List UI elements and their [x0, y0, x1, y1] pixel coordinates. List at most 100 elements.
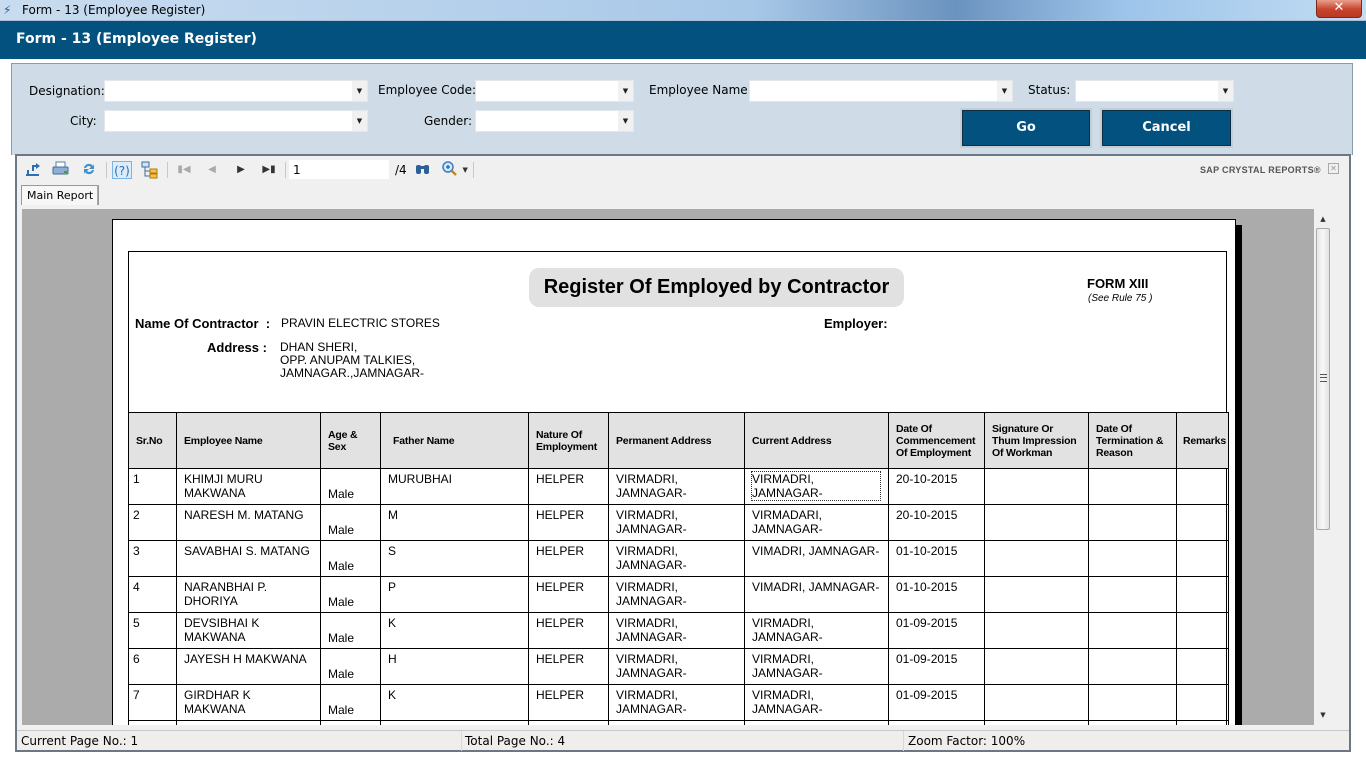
chevron-down-icon[interactable]: ▼	[352, 111, 367, 131]
designation-combo[interactable]: ▼	[104, 80, 368, 102]
cell-remarks	[1176, 612, 1229, 649]
cell-curr: VIRMADARI, JAMNAGAR-	[744, 504, 889, 541]
cell-term	[1088, 468, 1177, 505]
status-input[interactable]	[1076, 82, 1217, 102]
cell-perm: VIRMADRI, JAMNAGAR-	[608, 576, 745, 613]
cell-text: HELPER	[536, 688, 585, 702]
app-header: Form - 13 (Employee Register)	[0, 21, 1366, 59]
employee-name-input[interactable]	[750, 82, 996, 102]
cell-sex: Male	[320, 576, 381, 613]
column-header: Employee Name	[176, 412, 321, 469]
cell-curr: VIRMADRI, JAMNAGAR-	[744, 468, 889, 505]
column-header: Father Name	[380, 412, 529, 469]
cell-name	[176, 720, 321, 725]
employee-code-input[interactable]	[476, 82, 617, 102]
scrollbar-thumb[interactable]	[1316, 228, 1330, 530]
employee-code-combo[interactable]: ▼	[475, 80, 634, 102]
cell-date: 01-09-2015	[888, 684, 985, 721]
cell-text: S	[388, 544, 397, 558]
cell-remarks	[1176, 684, 1229, 721]
chevron-down-icon[interactable]: ▼	[352, 81, 367, 101]
cell-text: VIRMADRI, JAMNAGAR-	[616, 688, 687, 716]
page-number-input[interactable]	[289, 160, 389, 179]
last-page-icon[interactable]: ▶▮	[259, 161, 279, 179]
tab-main-report[interactable]: Main Report	[21, 185, 100, 205]
zoom-icon	[442, 161, 457, 176]
print-icon[interactable]	[51, 161, 71, 179]
cell-remarks	[1176, 720, 1229, 725]
gender-input[interactable]	[476, 112, 617, 132]
previous-page-icon[interactable]: ◀	[202, 161, 222, 179]
column-header: Date Of Commencement Of Employment	[888, 412, 985, 469]
cell-sex: Male	[320, 504, 381, 541]
table-row: 3 SAVABHAI S. MATANG Male S HELPER VIRMADRI, …	[128, 540, 1229, 577]
cell-sex: Male	[320, 612, 381, 649]
cell-name: NARANBHAI P. DHORIYA	[176, 576, 321, 613]
scroll-up-icon[interactable]: ▲	[1317, 213, 1329, 225]
cell-curr: VIMADRI, JAMNAGAR-	[744, 576, 889, 613]
cell-father	[380, 720, 529, 725]
city-combo[interactable]: ▼	[104, 110, 368, 132]
window-close-button[interactable]: ✕	[1316, 0, 1362, 18]
cell-text: HELPER	[536, 544, 585, 558]
employee-register-table: Sr.No Employee Name Age & Sex Father Nam…	[128, 412, 1229, 725]
cell-sr: 3	[128, 540, 177, 577]
gender-combo[interactable]: ▼	[475, 110, 634, 132]
page-title: Form - 13 (Employee Register)	[16, 31, 257, 47]
cell-father: M	[380, 504, 529, 541]
chevron-down-icon[interactable]: ▼	[463, 166, 468, 174]
cell-sex: Male	[320, 684, 381, 721]
status-divider	[903, 731, 904, 751]
cell-nature: HELPER	[528, 576, 609, 613]
cell-text: 01-09-2015	[896, 652, 958, 666]
cell-nature: HELPER	[528, 684, 609, 721]
scroll-down-icon[interactable]: ▼	[1317, 709, 1329, 721]
current-page-status: Current Page No.: 1	[21, 734, 139, 748]
cell-text: KHIMJI MURU MAKWANA	[184, 472, 263, 500]
cell-remarks	[1176, 540, 1229, 577]
gender-label: Gender:	[424, 114, 473, 128]
cell-name: DEVSIBHAI K MAKWANA	[176, 612, 321, 649]
export-icon[interactable]	[23, 161, 43, 179]
vertical-scrollbar[interactable]: ▲ ▼	[1314, 209, 1332, 725]
designation-input[interactable]	[105, 82, 351, 102]
chevron-down-icon[interactable]: ▼	[1218, 81, 1233, 101]
binoculars-icon[interactable]	[413, 161, 433, 179]
cell-term	[1088, 720, 1177, 725]
chevron-down-icon[interactable]: ▼	[618, 111, 633, 131]
filter-panel: Designation: ▼ Employee Code: ▼ Employee…	[11, 63, 1353, 155]
next-page-icon[interactable]: ▶	[231, 161, 251, 179]
cell-date: 20-10-2015	[888, 468, 985, 505]
cell-name: GIRDHAR K MAKWANA	[176, 684, 321, 721]
first-page-icon[interactable]: ▮◀	[174, 161, 194, 179]
refresh-icon[interactable]	[79, 161, 99, 179]
form-rule: (See Rule 75 )	[1088, 293, 1153, 304]
zoom-dropdown[interactable]: ▼	[441, 161, 469, 179]
close-icon[interactable]: ✕	[1328, 163, 1339, 174]
toolbar-separator	[285, 162, 286, 178]
employee-name-combo[interactable]: ▼	[749, 80, 1013, 102]
status-combo[interactable]: ▼	[1075, 80, 1234, 102]
cell-sign	[984, 540, 1089, 577]
cell-text: 5	[133, 616, 140, 630]
chevron-down-icon[interactable]: ▼	[618, 81, 633, 101]
cell-perm	[608, 720, 745, 725]
cell-curr: VIRMADRI, JAMNAGAR-	[744, 684, 889, 721]
group-tree-icon[interactable]	[140, 161, 160, 179]
cell-text: VIMADRI, JAMNAGAR-	[752, 580, 880, 594]
cell-text: Male	[328, 667, 355, 681]
cancel-button[interactable]: Cancel	[1100, 108, 1233, 148]
column-header: Date Of Termination & Reason	[1088, 412, 1177, 469]
city-input[interactable]	[105, 112, 351, 132]
help-icon[interactable]: (?)	[112, 161, 132, 179]
table-header-row: Sr.No Employee Name Age & Sex Father Nam…	[128, 412, 1229, 469]
cell-name: KHIMJI MURU MAKWANA	[176, 468, 321, 505]
go-button[interactable]: Go	[960, 108, 1092, 148]
cell-perm: VIRMADRI, JAMNAGAR-	[608, 612, 745, 649]
table-row: 2 NARESH M. MATANG Male M HELPER VIRMADRI, JA…	[128, 504, 1229, 541]
cell-sr: 1	[128, 468, 177, 505]
cell-sr: 5	[128, 612, 177, 649]
city-label: City:	[70, 114, 97, 128]
chevron-down-icon[interactable]: ▼	[997, 81, 1012, 101]
cell-sign	[984, 504, 1089, 541]
